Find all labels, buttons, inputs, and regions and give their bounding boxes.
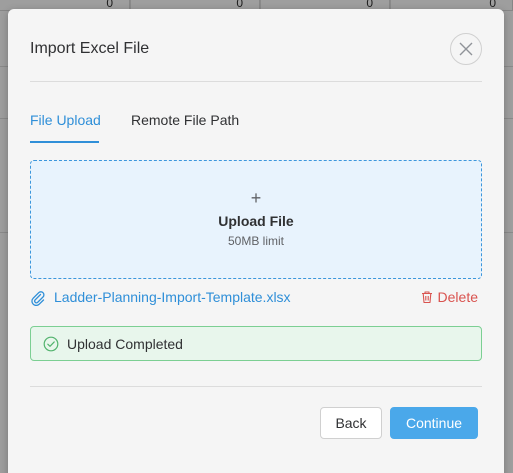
upload-dropzone[interactable]: + Upload File 50MB limit bbox=[30, 160, 482, 279]
close-icon bbox=[459, 42, 473, 56]
back-button[interactable]: Back bbox=[320, 407, 382, 439]
header-divider bbox=[30, 81, 482, 82]
active-tab-indicator bbox=[30, 141, 99, 143]
uploaded-file-link[interactable]: Ladder-Planning-Import-Template.xlsx bbox=[54, 289, 291, 305]
delete-label: Delete bbox=[437, 289, 478, 305]
size-limit-label: 50MB limit bbox=[227, 234, 284, 248]
footer-divider bbox=[30, 386, 482, 387]
upload-file-label: Upload File bbox=[218, 213, 294, 229]
status-text: Upload Completed bbox=[67, 335, 183, 352]
upload-status-banner: Upload Completed bbox=[30, 326, 482, 361]
trash-icon bbox=[421, 291, 432, 304]
tab-remote-file-path[interactable]: Remote File Path bbox=[131, 112, 239, 128]
uploaded-file-row: Ladder-Planning-Import-Template.xlsx Del… bbox=[30, 289, 482, 307]
paperclip-icon bbox=[31, 291, 45, 306]
close-button[interactable] bbox=[450, 33, 482, 65]
dialog-title: Import Excel File bbox=[30, 40, 150, 57]
import-excel-dialog: Import Excel File File Upload Remote Fil… bbox=[8, 9, 504, 473]
check-circle-icon bbox=[43, 336, 59, 351]
delete-file-button[interactable]: Delete bbox=[420, 289, 478, 305]
plus-icon: + bbox=[250, 188, 262, 208]
tab-file-upload[interactable]: File Upload bbox=[30, 112, 101, 128]
continue-button[interactable]: Continue bbox=[390, 407, 478, 439]
